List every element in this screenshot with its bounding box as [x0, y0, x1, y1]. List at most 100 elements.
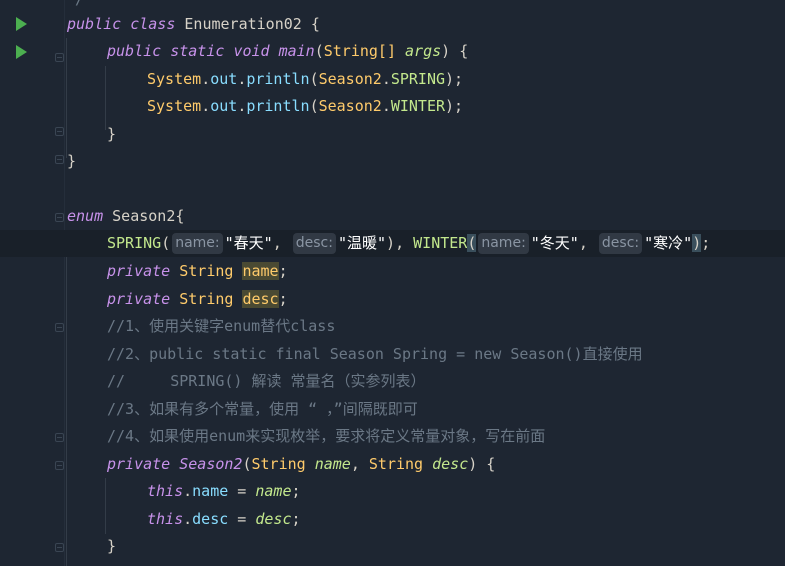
class-name: Enumeration02 [184, 15, 302, 33]
code-line[interactable]: private String name; [0, 258, 785, 285]
punctuation: ); [445, 70, 464, 88]
matched-bracket: ) [692, 234, 702, 252]
punctuation: ( [161, 234, 171, 252]
type-name: String [179, 262, 234, 280]
this-keyword: this [147, 510, 184, 528]
closing-brace: } [67, 152, 77, 170]
code-line[interactable]: private Season2(String name, String desc… [0, 451, 785, 478]
punctuation: ; [278, 262, 288, 280]
code-editor[interactable]: */ public class Enumeration02 { public s… [0, 0, 785, 566]
punctuation: ; [701, 234, 711, 252]
field-declaration: desc [242, 290, 279, 308]
keyword: enum [67, 207, 104, 225]
keyword: private [107, 262, 171, 280]
code-line[interactable]: //4、如果使用enum来实现枚举，要求将定义常量对象，写在前面 [0, 423, 785, 450]
string-literal: "春天" [224, 234, 273, 252]
keyword: class [130, 15, 176, 33]
code-line[interactable]: this.desc = desc; [0, 506, 785, 533]
keyword: static [170, 42, 225, 60]
field-ref: name [192, 482, 229, 500]
comment: //2、public static final Season Spring = … [107, 345, 643, 363]
comment: //1、使用关键字enum替代class [107, 317, 336, 335]
comment: //4、如果使用enum来实现枚举，要求将定义常量对象，写在前面 [107, 427, 546, 445]
method-call: println [246, 70, 310, 88]
enum-constant: SPRING [107, 234, 162, 252]
constructor-name: Season2 [179, 455, 243, 473]
string-literal: "寒冷" [644, 234, 693, 252]
code-line[interactable]: //1、使用关键字enum替代class [0, 313, 785, 340]
this-keyword: this [147, 482, 184, 500]
punctuation: ( [309, 97, 319, 115]
punctuation: ); [445, 97, 464, 115]
parameter: name [314, 455, 351, 473]
code-line[interactable]: System.out.println(Season2.SPRING); [0, 66, 785, 93]
param-hint: desc: [292, 233, 336, 254]
punctuation: . [201, 97, 211, 115]
keyword: public [67, 15, 122, 33]
code-line[interactable]: } [0, 148, 785, 175]
punctuation: { [175, 207, 185, 225]
code-line[interactable]: enum Season2{ [0, 203, 785, 230]
enum-constant: SPRING [390, 70, 446, 88]
punctuation: . [237, 70, 247, 88]
code-line[interactable]: this.name = name; [0, 478, 785, 505]
parameter: args [405, 42, 442, 60]
punctuation: , [350, 455, 369, 473]
code-line[interactable]: public class Enumeration02 { [0, 11, 785, 38]
punctuation: ; [278, 290, 288, 308]
code-line[interactable]: // SPRING() 解读 常量名（实参列表） [0, 368, 785, 395]
field-ref: desc [192, 510, 229, 528]
code-line-current[interactable]: SPRING(name: "春天", desc: "温暖"), WINTER(nam… [0, 230, 785, 257]
keyword: private [107, 290, 171, 308]
punctuation: , [272, 234, 291, 252]
enum-constant: WINTER [390, 97, 446, 115]
operator: = [228, 510, 256, 528]
punctuation: . [381, 70, 391, 88]
punctuation: . [201, 70, 211, 88]
method-call: println [246, 97, 310, 115]
punctuation: ( [309, 70, 319, 88]
punctuation: . [237, 97, 247, 115]
comment: // SPRING() 解读 常量名（实参列表） [107, 372, 426, 390]
field-ref: out [210, 70, 238, 88]
comment: //3、如果有多个常量，使用 “ ，”间隔既即可 [107, 400, 418, 418]
class-ref: System [147, 70, 202, 88]
field-declaration: name [242, 262, 279, 280]
punctuation: . [183, 482, 193, 500]
keyword: public [107, 42, 162, 60]
class-ref: Season2 [318, 70, 382, 88]
code-line[interactable]: public static void main(String[] args) { [0, 38, 785, 65]
punctuation: ), [386, 234, 414, 252]
string-literal: "温暖" [337, 234, 387, 252]
partial-comment-line: */ [66, 0, 84, 8]
matched-bracket: ( [467, 234, 477, 252]
code-line[interactable]: } [0, 121, 785, 148]
code-line[interactable]: //2、public static final Season Spring = … [0, 341, 785, 368]
punctuation: ; [291, 510, 301, 528]
punctuation: ( [314, 42, 324, 60]
parameter-ref: desc [255, 510, 292, 528]
type-name: String [368, 455, 424, 473]
class-ref: Season2 [318, 97, 382, 115]
field-ref: out [210, 97, 238, 115]
keyword: void [233, 42, 270, 60]
code-line[interactable]: //3、如果有多个常量，使用 “ ，”间隔既即可 [0, 396, 785, 423]
punctuation: ) { [468, 455, 496, 473]
param-hint: desc: [598, 233, 643, 254]
punctuation: . [183, 510, 193, 528]
parameter-ref: name [255, 482, 292, 500]
punctuation: ( [242, 455, 252, 473]
code-line[interactable]: private String desc; [0, 286, 785, 313]
string-literal: "冬天" [530, 234, 579, 252]
closing-brace: } [107, 537, 117, 555]
closing-brace: } [107, 125, 117, 143]
punctuation: { [301, 15, 320, 33]
punctuation: ) { [441, 42, 469, 60]
keyword: private [107, 455, 171, 473]
type-name: String[] [323, 42, 396, 60]
punctuation: . [381, 97, 391, 115]
punctuation: , [578, 234, 597, 252]
type-name: String [179, 290, 234, 308]
code-line[interactable]: System.out.println(Season2.WINTER); [0, 93, 785, 120]
code-line[interactable]: } [0, 533, 785, 560]
